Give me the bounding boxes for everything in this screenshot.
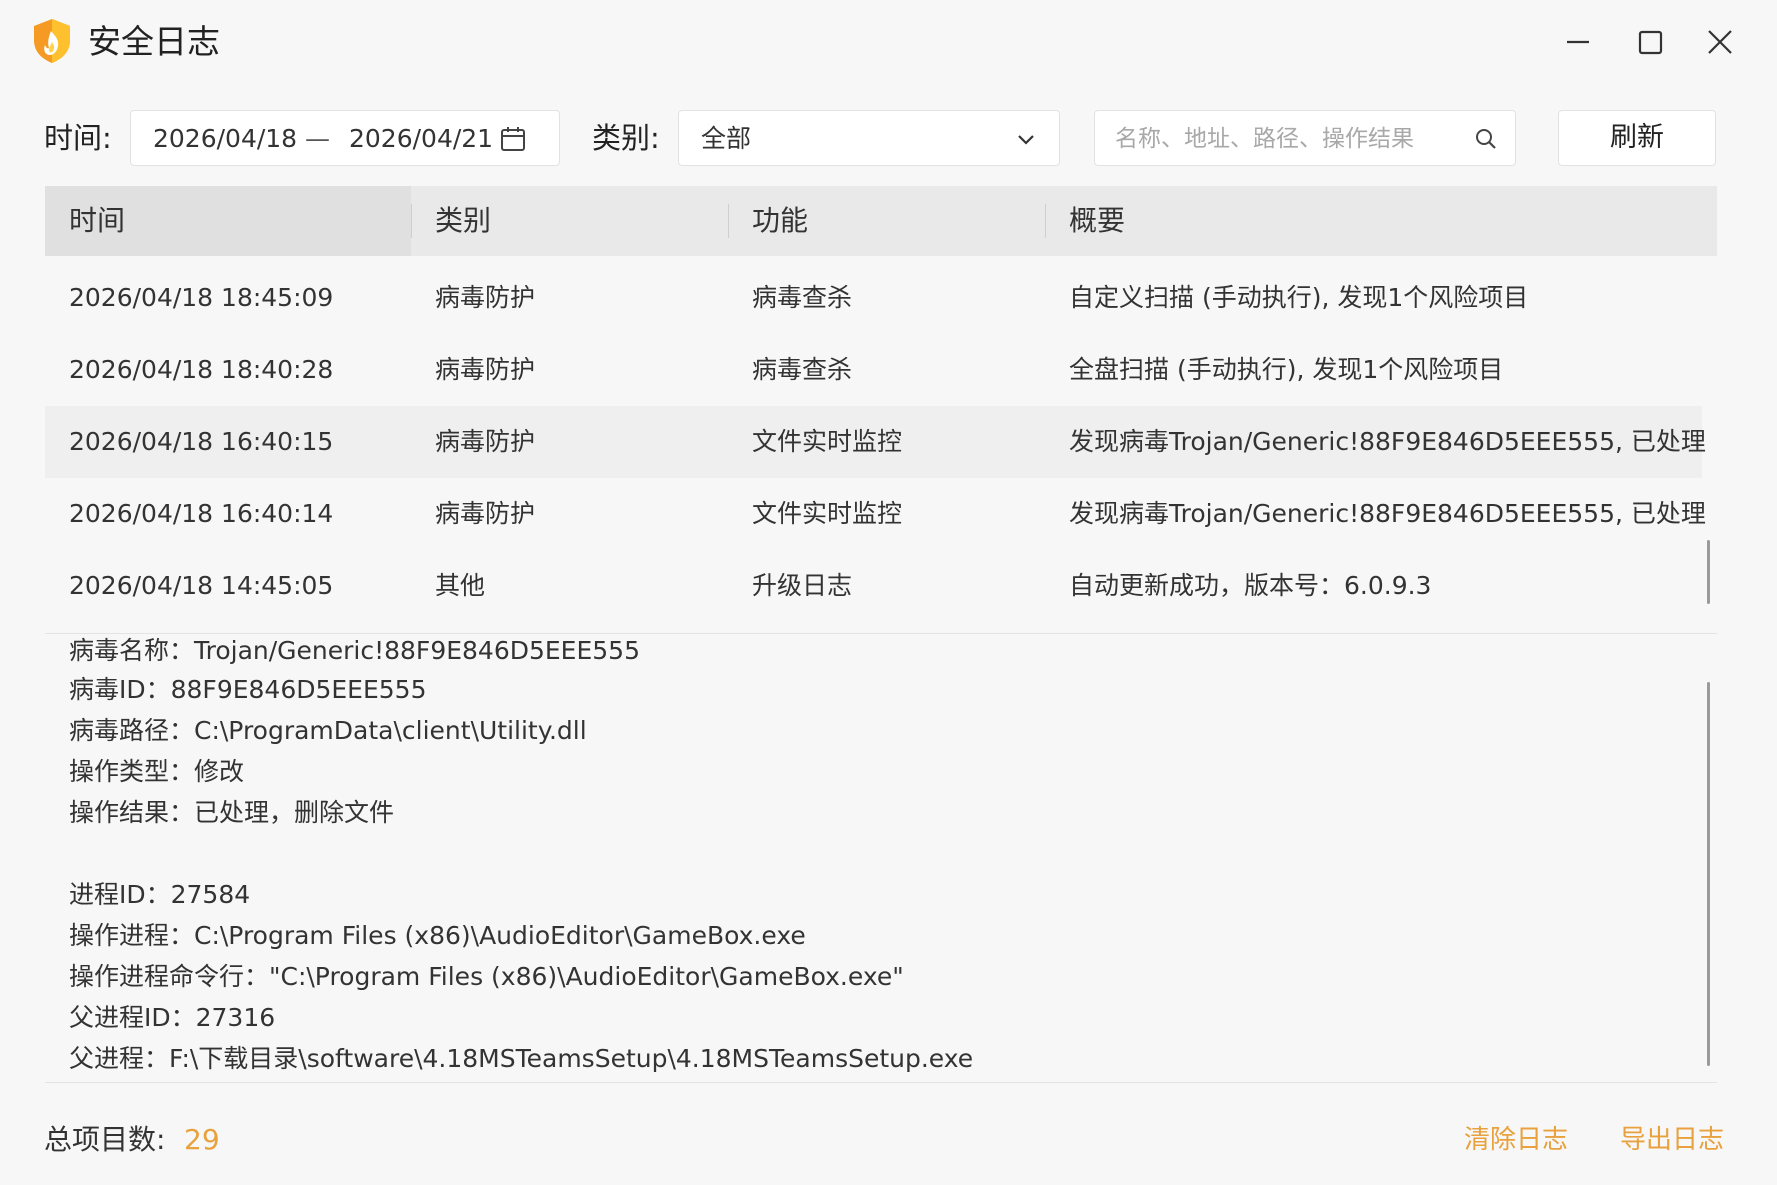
row-time: 2026/04/18 14:45:05 [69, 571, 334, 600]
column-divider[interactable] [1045, 204, 1046, 238]
maximize-icon [1638, 30, 1663, 55]
window-title: 安全日志 [88, 22, 220, 61]
row-function: 文件实时监控 [752, 499, 903, 528]
search-box[interactable] [1094, 110, 1516, 166]
search-input[interactable] [1115, 119, 1455, 159]
row-time: 2026/04/18 16:40:14 [69, 499, 334, 528]
date-range-picker[interactable]: 2026/04/18 — 2026/04/21 [130, 110, 560, 166]
refresh-button[interactable]: 刷新 [1558, 110, 1716, 166]
date-separator: — [305, 124, 330, 153]
export-log-link[interactable]: 导出日志 [1620, 1120, 1724, 1160]
detail-panel: 病毒名称：Trojan/Generic!88F9E846D5EEE555 病毒I… [45, 636, 1717, 1082]
divider [45, 633, 1717, 634]
category-select[interactable]: 全部 [678, 110, 1060, 166]
maximize-button[interactable] [1628, 20, 1672, 64]
row-time: 2026/04/18 18:40:28 [69, 355, 334, 384]
detail-line: 病毒名称：Trojan/Generic!88F9E846D5EEE555 [69, 636, 640, 665]
close-button[interactable] [1698, 20, 1742, 64]
detail-line: 父进程：F:\下载目录\software\4.18MSTeamsSetup\4.… [69, 1044, 974, 1073]
detail-scrollbar[interactable] [1707, 682, 1710, 1066]
total-items-count: 29 [184, 1123, 220, 1156]
title-bar: 安全日志 [0, 0, 1777, 86]
chevron-down-icon [1018, 135, 1034, 145]
row-time: 2026/04/18 18:45:09 [69, 283, 334, 312]
close-icon [1708, 30, 1732, 54]
row-function: 病毒查杀 [752, 283, 853, 312]
row-summary: 自动更新成功，版本号：6.0.9.3 [1069, 571, 1432, 600]
search-icon[interactable] [1473, 126, 1499, 152]
log-table: 时间 类别 功能 概要 2026/04/18 18:45:09 病毒防护 病毒查… [45, 186, 1717, 634]
date-to[interactable]: 2026/04/21 [349, 124, 493, 154]
detail-line: 父进程ID：27316 [69, 1003, 276, 1032]
row-category: 病毒防护 [435, 499, 536, 528]
total-items-label: 总项目数: [44, 1123, 166, 1156]
row-category: 其他 [435, 571, 486, 600]
category-value: 全部 [701, 124, 752, 153]
minimize-icon [1567, 40, 1589, 44]
row-function: 病毒查杀 [752, 355, 853, 384]
header-summary[interactable]: 概要 [1045, 186, 1717, 256]
table-scrollbar[interactable] [1707, 540, 1710, 604]
detail-line: 进程ID：27584 [69, 880, 251, 909]
table-row[interactable]: 2026/04/18 14:45:05 其他 升级日志 自动更新成功，版本号：6… [45, 550, 1702, 622]
detail-line: 病毒ID：88F9E846D5EEE555 [69, 675, 427, 704]
table-header: 时间 类别 功能 概要 [45, 186, 1717, 256]
row-summary: 自定义扫描 (手动执行), 发现1个风险项目 [1069, 283, 1529, 312]
row-category: 病毒防护 [435, 283, 536, 312]
minimize-button[interactable] [1556, 20, 1600, 64]
row-function: 文件实时监控 [752, 427, 903, 456]
detail-line: 操作进程命令行："C:\Program Files (x86)\AudioEdi… [69, 962, 904, 991]
category-label: 类别: [592, 121, 660, 155]
divider [45, 1082, 1717, 1083]
table-row[interactable]: 2026/04/18 16:40:14 病毒防护 文件实时监控 发现病毒Troj… [45, 478, 1706, 550]
column-divider[interactable] [728, 204, 729, 238]
table-row[interactable]: 2026/04/18 18:40:28 病毒防护 病毒查杀 全盘扫描 (手动执行… [45, 334, 1702, 406]
date-from[interactable]: 2026/04/18 [153, 124, 297, 154]
column-divider[interactable] [411, 204, 412, 238]
row-category: 病毒防护 [435, 427, 536, 456]
row-summary: 全盘扫描 (手动执行), 发现1个风险项目 [1069, 355, 1504, 384]
time-label: 时间: [44, 121, 112, 155]
header-category[interactable]: 类别 [411, 186, 728, 256]
row-summary: 发现病毒Trojan/Generic!88F9E846D5EEE555, 已处理 [1069, 499, 1706, 528]
row-category: 病毒防护 [435, 355, 536, 384]
detail-line: 操作类型：修改 [69, 757, 245, 786]
footer: 总项目数: 29 清除日志 导出日志 [0, 1112, 1777, 1168]
header-function[interactable]: 功能 [728, 186, 1045, 256]
row-time: 2026/04/18 16:40:15 [69, 427, 334, 456]
row-summary: 发现病毒Trojan/Generic!88F9E846D5EEE555, 已处理 [1069, 427, 1706, 456]
row-function: 升级日志 [752, 571, 853, 600]
table-row-selected[interactable]: 2026/04/18 16:40:15 病毒防护 文件实时监控 发现病毒Troj… [45, 406, 1706, 478]
detail-line: 操作结果：已处理，删除文件 [69, 798, 395, 827]
detail-line: 操作进程：C:\Program Files (x86)\AudioEditor\… [69, 921, 806, 950]
calendar-icon[interactable] [499, 125, 527, 153]
filter-bar: 时间: 2026/04/18 — 2026/04/21 类别: 全部 刷新 [0, 110, 1777, 166]
detail-line: 病毒路径：C:\ProgramData\client\Utility.dll [69, 716, 587, 745]
shield-flame-icon [32, 18, 72, 64]
clear-log-link[interactable]: 清除日志 [1464, 1120, 1568, 1160]
table-row[interactable]: 2026/04/18 18:45:09 病毒防护 病毒查杀 自定义扫描 (手动执… [45, 262, 1702, 334]
header-time[interactable]: 时间 [45, 186, 411, 256]
